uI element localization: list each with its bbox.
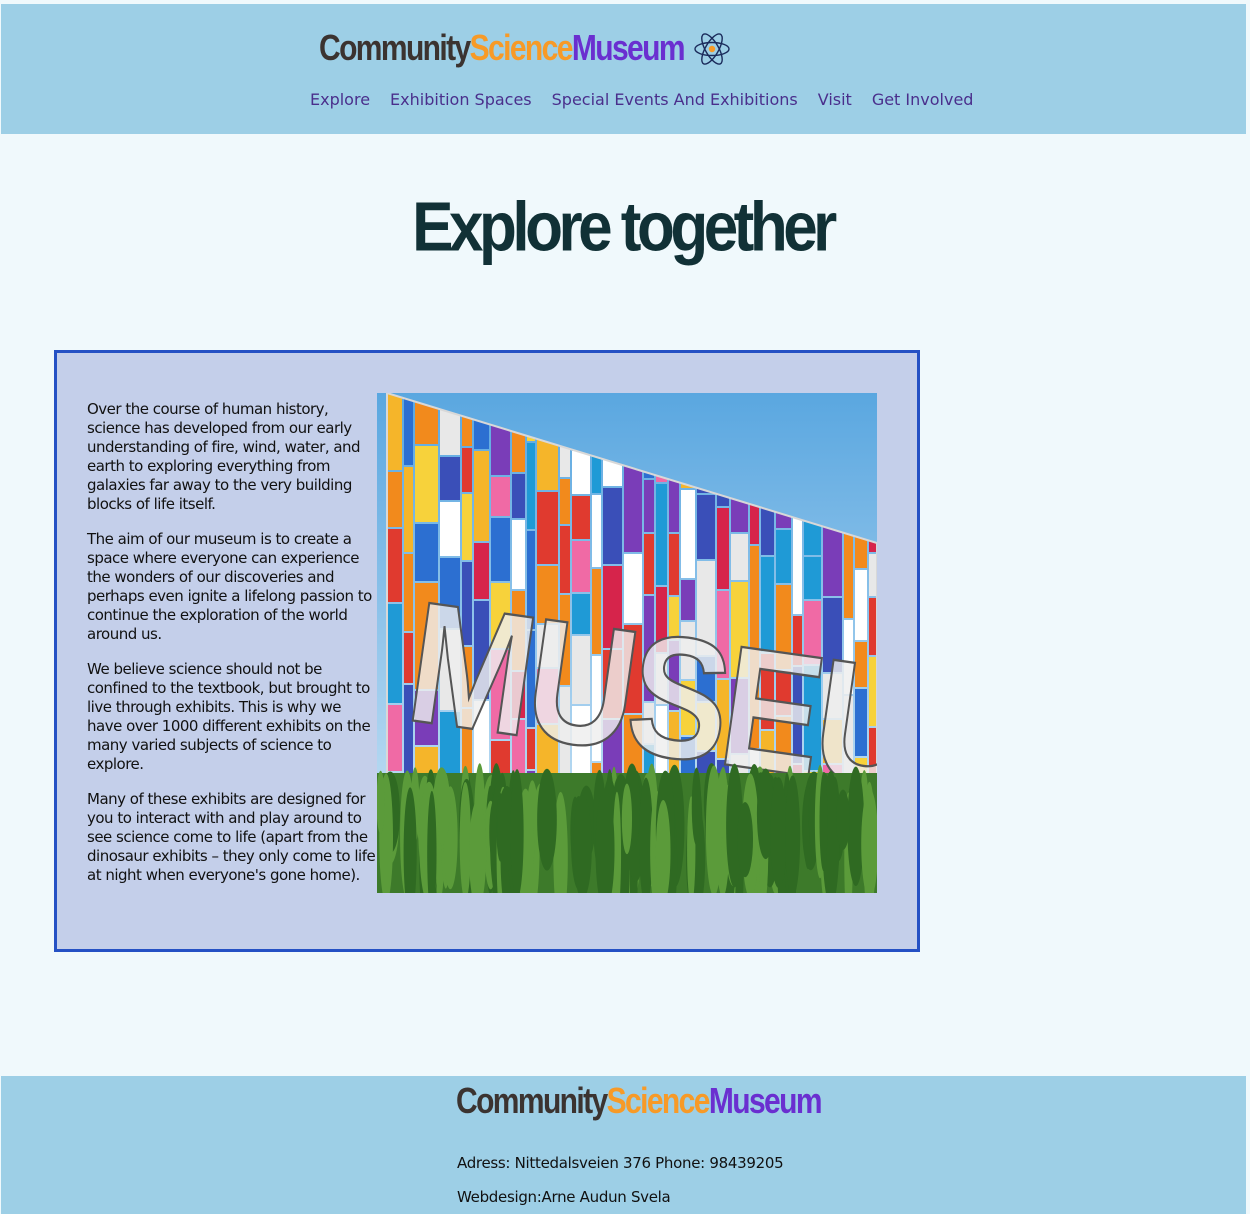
grass-blade [705,765,723,893]
facade-tile [537,492,558,564]
grass-blade [785,775,801,893]
nav-exhibition-spaces[interactable]: Exhibition Spaces [390,90,532,109]
museum-building-image: MUSEUM [377,393,877,893]
facade-tile [656,484,667,585]
footer-logo[interactable]: CommunityScienceMuseum [456,1082,823,1123]
facade-tile [512,474,525,518]
facade-tile [404,393,413,465]
intro-paragraph: We believe science should not be confine… [87,660,371,773]
logo-part-community: Community [456,1082,608,1122]
facade-tile [404,554,413,631]
logo-part-science: Science [606,1082,711,1122]
grass-blade [510,769,524,893]
nav-explore[interactable]: Explore [310,90,370,109]
facade-tile [415,446,438,522]
facade-tile [462,448,472,492]
facade-tile [404,467,413,552]
facade-tile [776,530,791,583]
facade-tile [793,509,802,614]
facade-tile [644,480,654,532]
facade-tile [592,495,601,567]
facade-tile [491,477,510,516]
atom-icon [694,33,730,65]
facade-tile [387,529,402,602]
facade-tile [572,451,590,494]
facade-tile [823,524,842,596]
intro-paragraph: Over the course of human history, scienc… [87,400,361,513]
facade-tile [491,518,510,581]
facade-tile [731,534,748,580]
facade-tile [697,495,715,559]
facade-tile [572,541,590,592]
facade-tile [844,523,853,618]
intro-paragraph: Many of these exhibits are designed for … [87,790,376,884]
footer-credit: Webdesign:Arne Audun Svela [457,1188,671,1206]
site-footer: CommunityScienceMuseum Adress: Nittedals… [1,1076,1246,1214]
grass-blade [621,783,633,855]
facade-tile [387,393,402,470]
grass-blade [836,789,850,850]
logo-part-museum: Museum [708,1082,823,1122]
facade-tile [624,460,642,552]
grass-blade [691,767,702,846]
facade-tile [644,534,654,594]
facade-tile [572,496,590,539]
nav-get-involved[interactable]: Get Involved [872,90,974,109]
intro-paragraph: The aim of our museum is to create a spa… [87,530,372,643]
facade-tile [440,502,460,556]
facade-tile [804,557,821,599]
footer-address: Adress: Nittedalsveien 376 Phone: 984392… [457,1154,784,1172]
logo-part-museum: Museum [571,29,686,69]
facade-tile [462,494,472,560]
site-logo[interactable]: CommunityScienceMuseum [319,29,686,70]
facade-tile [681,490,695,578]
site-header: CommunityScienceMuseum Explore Exhibitio… [1,4,1246,134]
facade-tile [869,554,877,596]
facade-tile [387,604,402,703]
facade-tile [527,443,535,529]
facade-tile [474,451,489,541]
nav-special-events[interactable]: Special Events And Exhibitions [552,90,798,109]
main-nav: Explore Exhibition Spaces Special Events… [310,90,973,109]
facade-tile [560,479,570,524]
nav-visit[interactable]: Visit [818,90,852,109]
facade-tile [669,534,679,595]
logo-part-community: Community [319,29,471,69]
logo-part-science: Science [469,29,574,69]
grass-blade [737,802,754,878]
facade-tile [717,508,729,589]
intro-panel: Over the course of human history, scienc… [54,350,920,952]
grass-blade [537,768,557,871]
facade-tile [387,472,402,527]
facade-tile [440,457,460,500]
page-title: Explore together [412,189,837,267]
facade-tile [603,488,622,564]
intro-text: Over the course of human history, scienc… [87,400,377,901]
facade-tile [560,526,570,593]
grass-blade [770,777,788,889]
grass-blade [819,772,828,872]
